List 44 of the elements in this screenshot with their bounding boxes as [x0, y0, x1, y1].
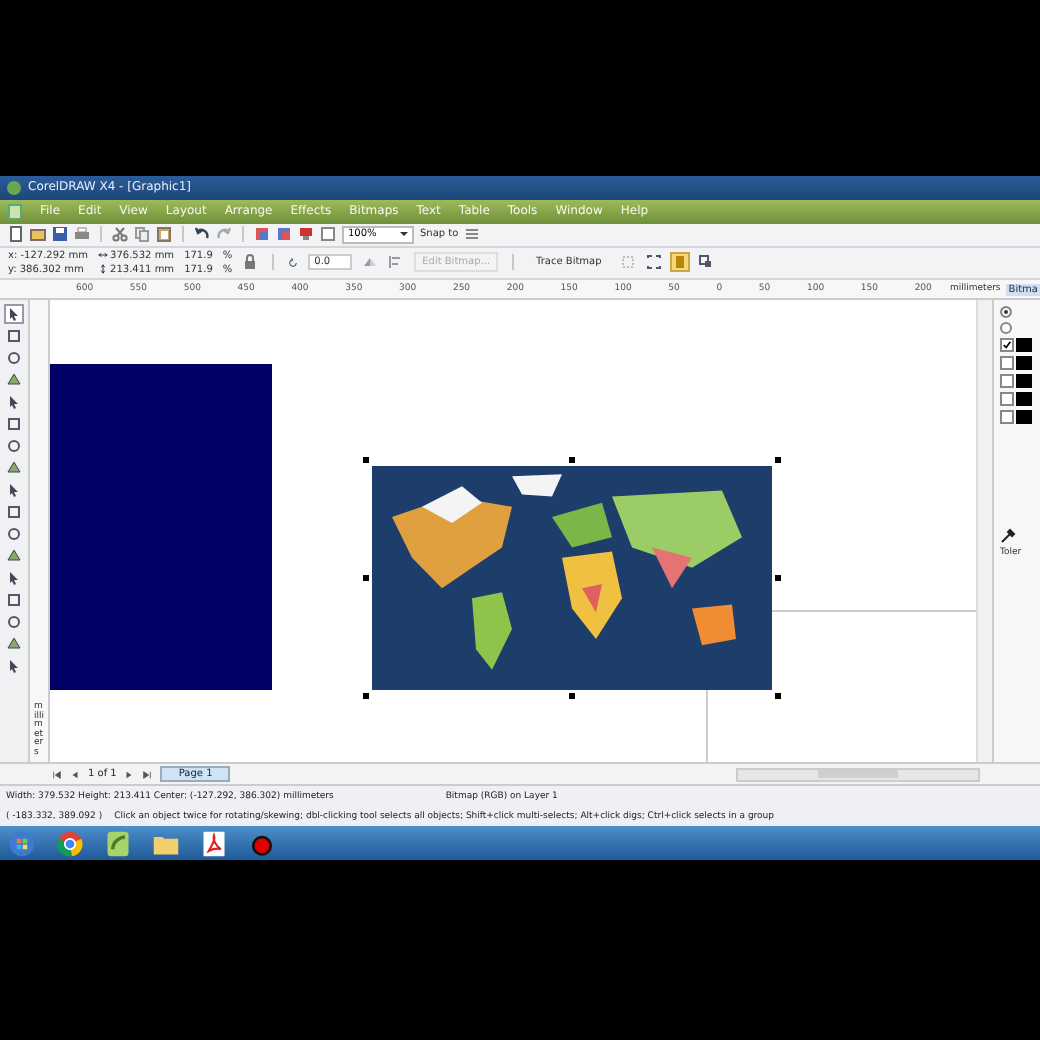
scissors-icon[interactable]: [112, 226, 128, 243]
selection-handle[interactable]: [775, 457, 781, 464]
first-page-icon[interactable]: [52, 769, 62, 780]
width-icon: [98, 250, 109, 261]
checkbox[interactable]: [1000, 356, 1014, 371]
browser-icon[interactable]: [56, 829, 84, 858]
checkbox[interactable]: [1000, 392, 1014, 407]
rotate-icon: [288, 257, 299, 268]
next-page-icon[interactable]: [124, 769, 135, 780]
coreldraw-icon[interactable]: [104, 829, 132, 858]
height-icon: [98, 264, 109, 275]
new-document-icon[interactable]: [8, 226, 24, 243]
save-icon[interactable]: [52, 226, 68, 243]
app-icon: [6, 179, 22, 196]
radio-button[interactable]: [1000, 306, 1012, 319]
tool-icon[interactable]: [6, 306, 22, 323]
checkbox[interactable]: [1000, 374, 1014, 389]
paste-icon[interactable]: [156, 226, 172, 243]
folder-icon[interactable]: [30, 226, 46, 243]
checkbox[interactable]: [1000, 338, 1014, 353]
radio-button[interactable]: [1000, 322, 1012, 335]
selection-handle[interactable]: [363, 693, 369, 700]
start-button-icon[interactable]: [8, 829, 36, 858]
frame-icon[interactable]: [645, 254, 662, 271]
horizontal-scrollbar[interactable]: [736, 767, 980, 782]
copy-icon[interactable]: [134, 226, 150, 243]
last-page-icon[interactable]: [142, 769, 153, 780]
print-icon[interactable]: [74, 226, 90, 243]
selection-handle[interactable]: [569, 457, 575, 464]
undo-icon[interactable]: [194, 226, 210, 243]
lock-icon[interactable]: [242, 254, 259, 271]
previous-page-icon[interactable]: [70, 769, 80, 780]
eyedropper-icon[interactable]: [1000, 528, 1016, 545]
checkbox[interactable]: [1000, 410, 1014, 425]
selection-handle[interactable]: [569, 693, 575, 700]
options-icon[interactable]: [464, 226, 481, 243]
document-icon: [8, 203, 22, 220]
selection-handle[interactable]: [775, 693, 781, 700]
arrange-icon[interactable]: [697, 254, 714, 271]
selection-handle[interactable]: [775, 575, 781, 582]
selection-handle[interactable]: [363, 457, 369, 464]
selection-handle[interactable]: [363, 575, 369, 582]
vertical-scrollbar[interactable]: [976, 300, 992, 763]
pdf-icon[interactable]: [200, 829, 228, 858]
